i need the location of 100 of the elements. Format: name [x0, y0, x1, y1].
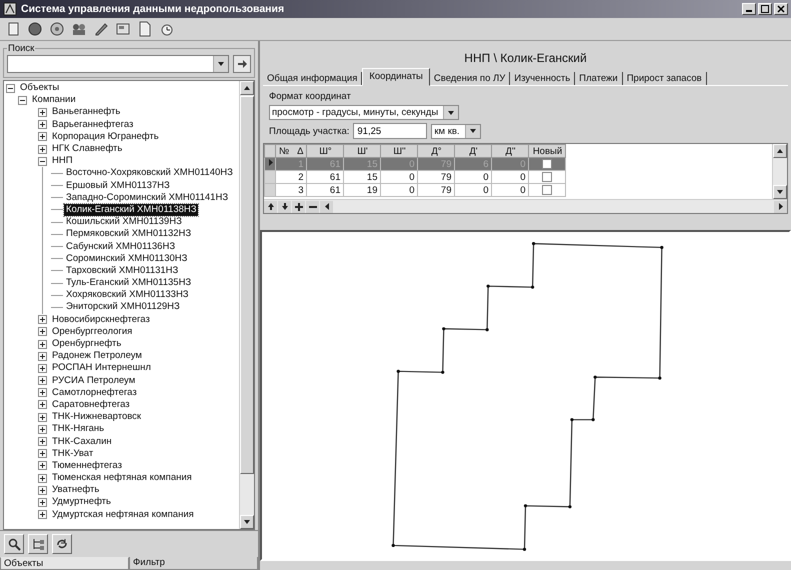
expand-toggle[interactable] [38, 120, 47, 130]
tree-item[interactable]: Тюменнефтегаз [50, 460, 124, 472]
tree-item[interactable]: Варьеганнефтегаз [50, 118, 136, 131]
column-header[interactable]: Ш'' [380, 144, 418, 158]
tree-item[interactable]: Объекты [18, 82, 62, 94]
expand-toggle[interactable] [38, 327, 47, 336]
expand-toggle[interactable] [38, 364, 47, 373]
tool-button[interactable] [52, 534, 72, 554]
expand-toggle[interactable] [38, 486, 47, 495]
scrollbar[interactable] [772, 144, 787, 199]
column-header[interactable]: Д° [418, 144, 455, 158]
tree-item[interactable]: ННП [50, 155, 75, 168]
tree-item[interactable]: Сабунский ХМН01136НЗ [64, 240, 178, 253]
column-header[interactable]: Д' [454, 144, 492, 158]
search-field[interactable] [7, 55, 229, 73]
tree-item[interactable]: Пермяковский ХМН01132НЗ [64, 228, 194, 240]
expand-toggle[interactable] [38, 400, 47, 410]
tab[interactable]: Координаты [362, 68, 430, 86]
tree-item[interactable]: Кошильский ХМН01139НЗ [64, 216, 184, 228]
scroll-right-button[interactable] [774, 200, 787, 212]
tree-item[interactable]: Самотлорнефтегаз [50, 386, 139, 399]
tree-item[interactable]: ТНК-Нягань [50, 423, 106, 436]
tree-item[interactable]: Хохряковский ХМН01133НЗ [64, 289, 191, 302]
expand-toggle[interactable] [38, 315, 47, 324]
tree-item[interactable]: Компании [30, 94, 78, 106]
tree-item[interactable]: НГК Славнефть [50, 143, 124, 156]
go-button[interactable] [233, 55, 251, 73]
tree-item[interactable]: РУСИА Петролеум [50, 374, 138, 387]
tree-item[interactable]: Корпорация Югранефть [50, 130, 161, 143]
expand-toggle[interactable] [38, 412, 47, 422]
tree-item[interactable]: РОСПАН Интернешнл [50, 362, 153, 374]
add-button[interactable] [292, 200, 305, 212]
tree-item[interactable]: Оренбурггеология [50, 326, 134, 338]
remove-button[interactable] [306, 200, 319, 212]
expand-toggle[interactable] [38, 388, 47, 398]
people-icon [71, 21, 87, 37]
panel-tab[interactable]: Объекты [0, 556, 129, 570]
scroll-up-icon [776, 147, 784, 155]
tree-item[interactable]: Уватнефть [50, 484, 102, 496]
panel-tab[interactable]: Фильтр [129, 556, 258, 570]
expand-toggle[interactable] [38, 510, 47, 520]
tree-item[interactable]: Саратовнефтегаз [50, 398, 132, 411]
window-title: Система управления данными недропользования [21, 3, 286, 15]
checkbox[interactable] [542, 184, 552, 195]
close-button[interactable] [774, 3, 788, 15]
arrow-down-icon [280, 202, 288, 211]
expand-toggle[interactable] [38, 376, 47, 386]
tree-item[interactable]: Колик-Еганский ХМН01138НЗ [64, 204, 198, 216]
tree-item[interactable]: Удмуртская нефтяная компания [50, 508, 196, 521]
unit-dropdown[interactable]: км кв. [431, 124, 482, 138]
tree-item[interactable]: Восточно-Хохряковский ХМН01140НЗ [64, 167, 235, 180]
scrollbar[interactable] [239, 81, 254, 529]
area-field[interactable]: 91,25 [353, 123, 428, 139]
column-header[interactable]: Новый [528, 144, 566, 158]
format-dropdown[interactable]: просмотр - градусы, минуты, секунды [269, 105, 459, 120]
toolbar-button[interactable] [48, 20, 66, 38]
tree-item[interactable]: Сороминский ХМН01130НЗ [64, 252, 190, 265]
expand-toggle[interactable] [38, 498, 47, 507]
column-header[interactable]: Ш' [344, 144, 381, 158]
tree-item[interactable]: Туль-Еганский ХМН01135НЗ [64, 277, 194, 290]
tree-item[interactable]: Западно-Сороминский ХМН01141НЗ [64, 192, 230, 204]
collapse-toggle[interactable] [6, 84, 15, 93]
tree-item[interactable]: Ваньеганнефть [50, 106, 122, 118]
expand-toggle[interactable] [38, 132, 47, 142]
expand-toggle[interactable] [38, 461, 47, 470]
tree-item[interactable]: Тарховский ХМН01131НЗ [64, 264, 180, 277]
tree-item[interactable]: Новосибирскнефтегаз [50, 314, 152, 326]
tool-button[interactable] [28, 534, 48, 554]
collapse-toggle[interactable] [38, 156, 47, 166]
expand-toggle[interactable] [38, 474, 47, 483]
tree-item[interactable]: ТНК-Сахалин [50, 436, 114, 448]
tree-item[interactable]: Оренбургнефть [50, 338, 124, 350]
column-header[interactable]: Д'' [492, 144, 529, 158]
scroll-up-icon [243, 84, 251, 92]
expand-toggle[interactable] [38, 437, 47, 446]
expand-toggle[interactable] [38, 424, 47, 434]
move-up-button[interactable] [264, 200, 277, 212]
move-down-button[interactable] [278, 200, 291, 212]
column-header[interactable]: № Δ [276, 144, 307, 158]
column-header[interactable]: Ш° [306, 144, 344, 158]
tree-item[interactable]: ТНК-Уват [50, 448, 96, 460]
minimize-button[interactable] [742, 3, 756, 15]
maximize-button[interactable] [758, 3, 772, 15]
tree-item[interactable]: Удмуртнефть [50, 496, 113, 508]
checkbox[interactable] [542, 158, 552, 169]
scroll-left-button[interactable] [320, 200, 333, 212]
scroll-down-icon [243, 518, 251, 526]
expand-toggle[interactable] [38, 449, 47, 458]
expand-toggle[interactable] [38, 340, 47, 349]
tree-item[interactable]: Эниторский ХМН01129НЗ [64, 301, 182, 314]
checkbox[interactable] [542, 172, 552, 182]
tree-item[interactable]: Тюменская нефтяная компания [50, 472, 194, 484]
tree-item[interactable]: Радонеж Петролеум [50, 350, 144, 362]
expand-toggle[interactable] [38, 144, 47, 154]
tree-item[interactable]: ТНК-Нижневартовск [50, 411, 144, 424]
tree-item[interactable]: Ершовый ХМН01137НЗ [64, 180, 172, 192]
expand-toggle[interactable] [38, 108, 47, 117]
tool-button[interactable] [4, 534, 24, 554]
expand-toggle[interactable] [38, 352, 47, 361]
collapse-toggle[interactable] [18, 96, 27, 105]
